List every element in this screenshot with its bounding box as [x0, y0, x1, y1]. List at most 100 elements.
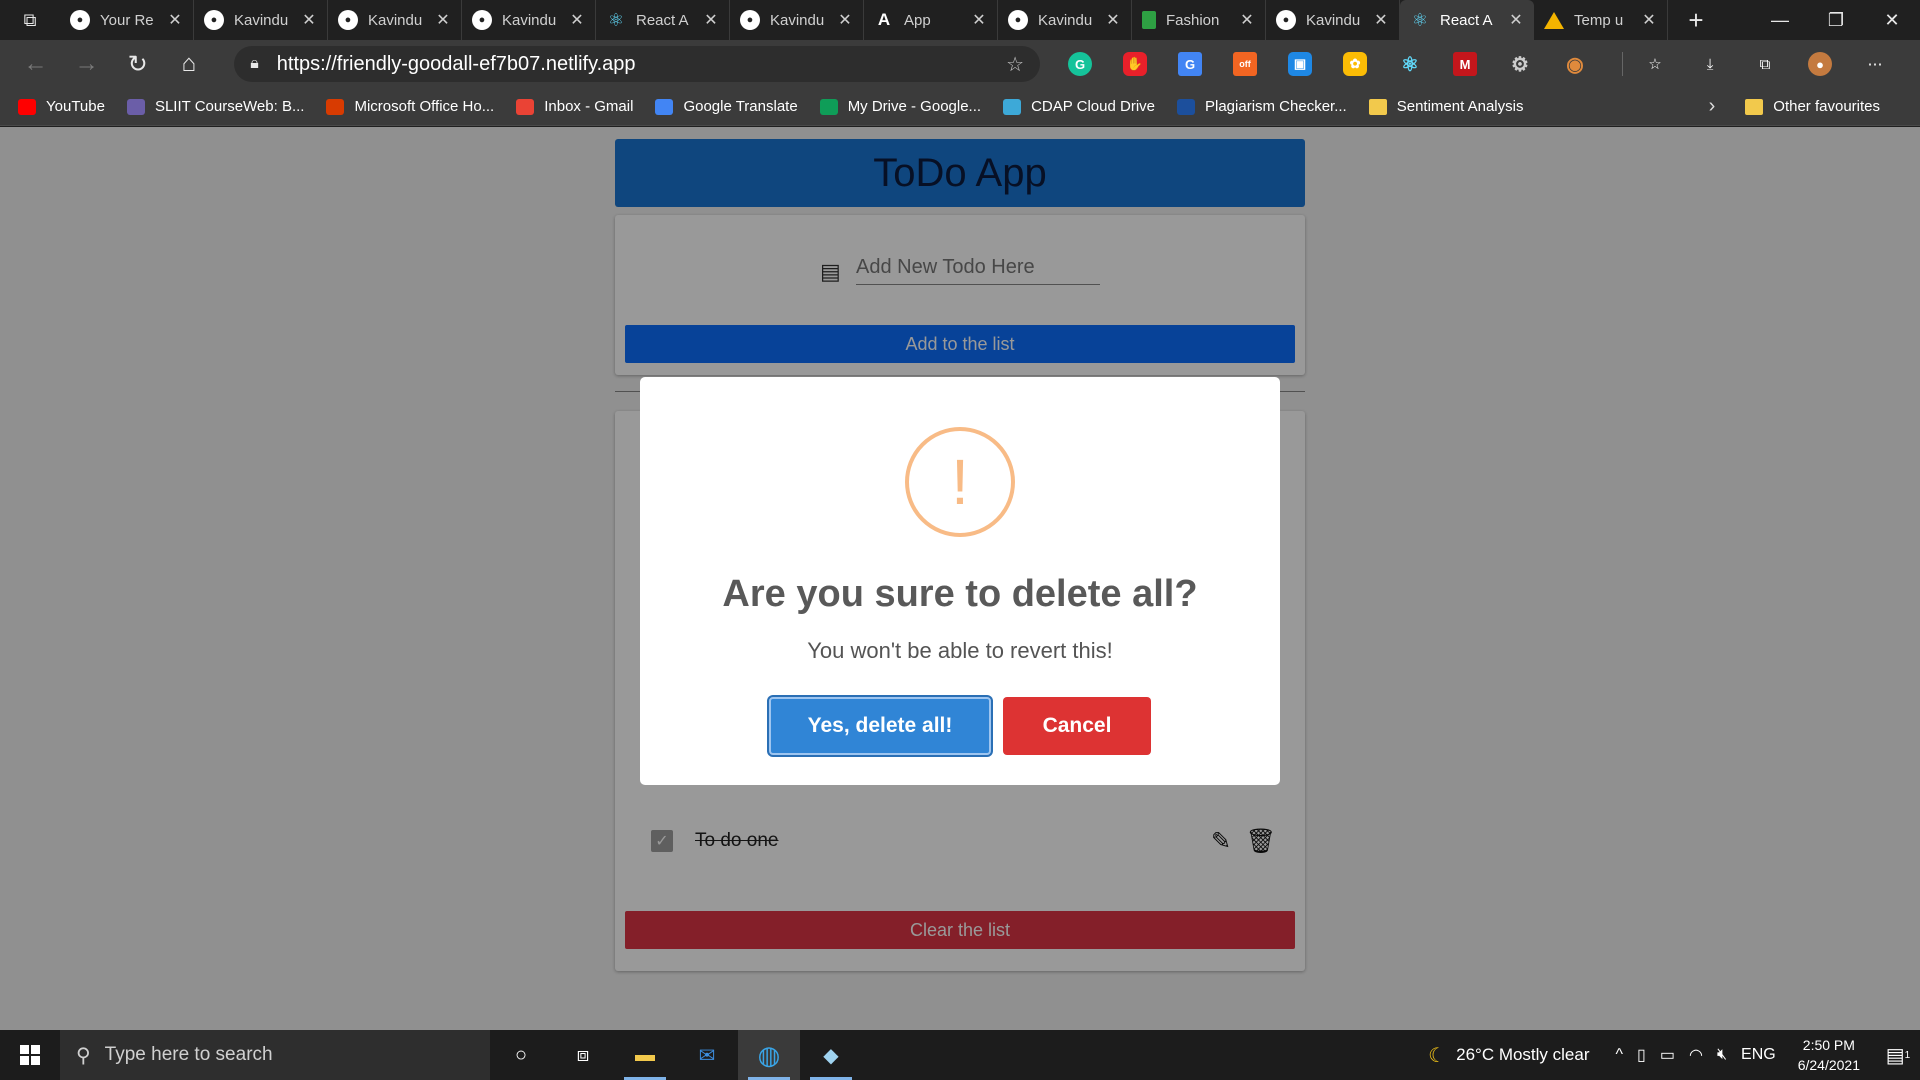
- clock[interactable]: 2:50 PM 6/24/2021: [1798, 1035, 1860, 1075]
- mail-icon[interactable]: ✉: [676, 1030, 738, 1080]
- favorite-label: Microsoft Office Ho...: [354, 98, 495, 115]
- collections-icon[interactable]: ⧉: [1745, 44, 1785, 84]
- weather-widget[interactable]: ☾ 26°C Mostly clear: [1428, 1043, 1589, 1068]
- github-icon: ●: [740, 10, 760, 30]
- favorite-label: YouTube: [46, 98, 105, 115]
- taskbar-search[interactable]: ⚲ Type here to search: [60, 1030, 490, 1080]
- close-tab-icon[interactable]: ✕: [1641, 10, 1657, 30]
- browser-tab[interactable]: ● Kavindu ✕: [328, 0, 462, 40]
- close-tab-icon[interactable]: ✕: [167, 10, 183, 30]
- close-window-button[interactable]: ✕: [1864, 0, 1920, 40]
- browser-tab[interactable]: ⚛ React A ✕: [596, 0, 730, 40]
- add-favorite-icon[interactable]: ☆: [1006, 52, 1024, 77]
- battery-icon[interactable]: ▭: [1660, 1045, 1675, 1065]
- browser-tab[interactable]: A App ✕: [864, 0, 998, 40]
- tab-actions-button[interactable]: ⧉: [0, 0, 60, 40]
- usb-icon[interactable]: ▯: [1637, 1045, 1646, 1065]
- browser-tab[interactable]: ● Kavindu ✕: [998, 0, 1132, 40]
- task-view-icon[interactable]: ⧈: [552, 1030, 614, 1080]
- site-favicon-icon: [326, 98, 345, 115]
- close-tab-icon[interactable]: ✕: [569, 10, 585, 30]
- notification-center-icon[interactable]: ▤ 1: [1876, 1030, 1920, 1080]
- favorites-overflow-icon[interactable]: ›: [1709, 95, 1716, 118]
- cookie-extension-icon[interactable]: ◉: [1555, 44, 1595, 84]
- browser-tab[interactable]: ● Kavindu ✕: [194, 0, 328, 40]
- colorful-extension-icon[interactable]: ✿: [1335, 44, 1375, 84]
- settings-more-icon[interactable]: ⋯: [1855, 44, 1895, 84]
- bot-extension-icon[interactable]: ▣: [1280, 44, 1320, 84]
- translate-extension-icon[interactable]: G: [1170, 44, 1210, 84]
- folder-icon: [1368, 98, 1387, 115]
- file-explorer-icon[interactable]: ▬: [614, 1030, 676, 1080]
- home-button[interactable]: ⌂: [163, 44, 214, 84]
- favorite-link[interactable]: Inbox - Gmail: [516, 98, 633, 115]
- restore-button[interactable]: ❐: [1808, 0, 1864, 40]
- url-text[interactable]: https://friendly-goodall-ef7b07.netlify.…: [277, 53, 1006, 76]
- browser-tab[interactable]: ● Your Re ✕: [60, 0, 194, 40]
- notes-app-icon[interactable]: ◆: [800, 1030, 862, 1080]
- minimize-button[interactable]: —: [1752, 0, 1808, 40]
- grammarly-icon[interactable]: G: [1060, 44, 1100, 84]
- profile-avatar[interactable]: ●: [1800, 44, 1840, 84]
- browser-tab[interactable]: ⚛ React A ✕: [1400, 0, 1534, 40]
- close-tab-icon[interactable]: ✕: [301, 10, 317, 30]
- forward-button[interactable]: →: [61, 44, 112, 84]
- favorites-list: YouTube SLIIT CourseWeb: B... Microsoft Of…: [18, 98, 1545, 115]
- tab-title: Kavindu: [1038, 11, 1093, 29]
- browser-tab[interactable]: ● Kavindu ✕: [730, 0, 864, 40]
- react-icon: ⚛: [607, 9, 625, 30]
- close-tab-icon[interactable]: ✕: [1239, 10, 1255, 30]
- adblock-icon[interactable]: ✋: [1115, 44, 1155, 84]
- favorite-link[interactable]: Microsoft Office Ho...: [326, 98, 494, 115]
- back-button[interactable]: ←: [10, 44, 61, 84]
- favorite-label: CDAP Cloud Drive: [1031, 98, 1155, 115]
- edge-browser-icon[interactable]: ◍: [738, 1030, 800, 1080]
- favorite-link[interactable]: Plagiarism Checker...: [1177, 98, 1347, 115]
- close-tab-icon[interactable]: ✕: [435, 10, 451, 30]
- address-bar[interactable]: 🔒︎ https://friendly-goodall-ef7b07.netli…: [234, 46, 1041, 82]
- new-tab-button[interactable]: +: [1668, 0, 1724, 40]
- site-favicon-icon: [1003, 98, 1022, 115]
- close-tab-icon[interactable]: ✕: [1508, 10, 1524, 30]
- site-favicon-icon: [18, 98, 36, 115]
- favorite-link[interactable]: CDAP Cloud Drive: [1003, 98, 1155, 115]
- close-tab-icon[interactable]: ✕: [971, 10, 987, 30]
- favorites-icon[interactable]: ☆: [1635, 44, 1675, 84]
- favorite-link[interactable]: Google Translate: [655, 98, 798, 115]
- browser-tab[interactable]: ● Kavindu ✕: [1266, 0, 1400, 40]
- browser-tab[interactable]: Fashion ✕: [1132, 0, 1266, 40]
- start-button[interactable]: [0, 1030, 60, 1080]
- browser-tab[interactable]: ● Kavindu ✕: [462, 0, 596, 40]
- wifi-icon[interactable]: ◠: [1689, 1045, 1703, 1065]
- close-tab-icon[interactable]: ✕: [837, 10, 853, 30]
- favorite-link[interactable]: SLIIT CourseWeb: B...: [126, 98, 304, 115]
- cortana-icon[interactable]: ○: [490, 1030, 552, 1080]
- search-icon: ⚲: [76, 1044, 91, 1067]
- close-tab-icon[interactable]: ✕: [1105, 10, 1121, 30]
- tab-title: Kavindu: [1306, 11, 1361, 29]
- tab-strip: ⧉ ● Your Re ✕ ● Kavindu ✕ ● Kavindu ✕ ● Kavindu ✕ ⚛ R…: [0, 0, 1920, 40]
- confirm-delete-all-button[interactable]: Yes, delete all!: [769, 697, 991, 755]
- show-hidden-icons-icon[interactable]: ^: [1616, 1046, 1624, 1064]
- close-tab-icon[interactable]: ✕: [1373, 10, 1389, 30]
- tab-list: ● Your Re ✕ ● Kavindu ✕ ● Kavindu ✕ ● Kavindu ✕ ⚛ Rea…: [60, 0, 1668, 40]
- cancel-button[interactable]: Cancel: [1003, 697, 1151, 755]
- moon-icon: ☾: [1428, 1044, 1447, 1067]
- volume-muted-icon[interactable]: 🔇︎: [1717, 1046, 1727, 1064]
- favorite-link[interactable]: Sentiment Analysis: [1368, 98, 1523, 115]
- github-icon: ●: [472, 10, 492, 30]
- coupon-extension-icon[interactable]: off: [1225, 44, 1265, 84]
- window-controls: — ❐ ✕: [1752, 0, 1920, 40]
- downloads-icon[interactable]: ⤓: [1690, 44, 1730, 84]
- react-devtools-icon[interactable]: ⚛: [1390, 44, 1430, 84]
- refresh-button[interactable]: ↻: [112, 44, 163, 84]
- mendeley-icon[interactable]: M: [1445, 44, 1485, 84]
- other-favourites-folder[interactable]: Other favourites: [1745, 98, 1880, 115]
- openai-icon[interactable]: ⚙: [1500, 44, 1540, 84]
- taskbar-search-placeholder: Type here to search: [104, 1044, 273, 1065]
- language-indicator[interactable]: ENG: [1741, 1046, 1776, 1064]
- favorite-link[interactable]: My Drive - Google...: [819, 98, 981, 115]
- favorite-link[interactable]: YouTube: [18, 98, 105, 115]
- browser-tab[interactable]: Temp u ✕: [1534, 0, 1668, 40]
- close-tab-icon[interactable]: ✕: [703, 10, 719, 30]
